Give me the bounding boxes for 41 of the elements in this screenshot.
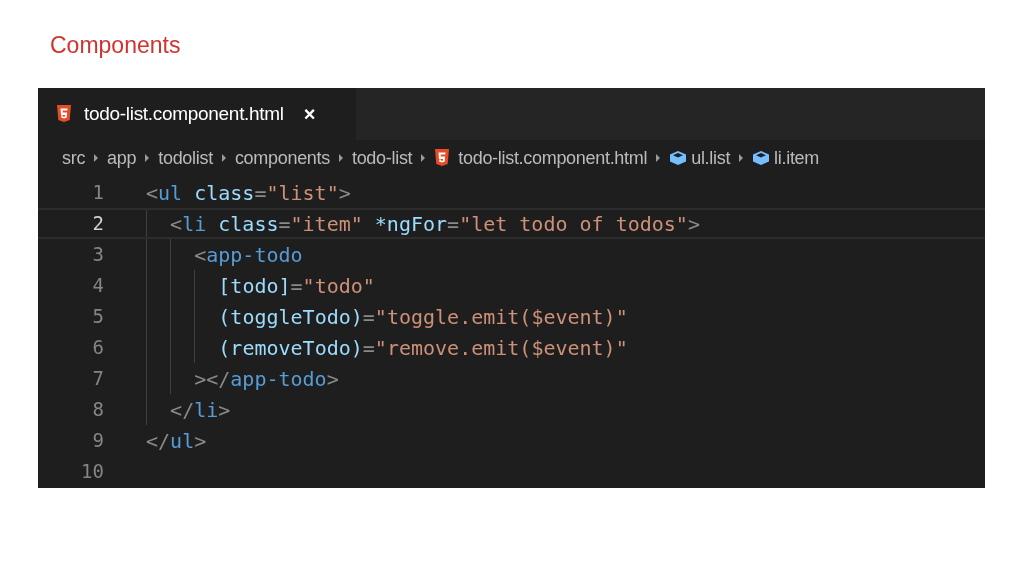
line-number: 9 <box>91 428 104 454</box>
line-number: 8 <box>91 397 104 423</box>
chevron-icon <box>738 153 745 163</box>
chevron-icon <box>93 153 100 163</box>
line-number: 2 <box>91 211 104 237</box>
chevron-icon <box>655 153 662 163</box>
breadcrumb-item[interactable]: todolist <box>158 144 213 172</box>
file-tab[interactable]: todo-list.component.html × <box>38 88 356 140</box>
line-number: 3 <box>91 242 104 268</box>
breadcrumb-item[interactable]: todo-list.component.html <box>458 144 648 172</box>
code-line: (removeTodo)="remove.emit($event)" <box>218 334 628 362</box>
line-number: 5 <box>91 304 104 330</box>
breadcrumb-item[interactable]: li.item <box>774 144 819 172</box>
chevron-icon <box>144 153 151 163</box>
chevron-icon <box>337 153 344 163</box>
code-line: <li class="item" *ngFor="let todo of todos"> <box>170 210 700 238</box>
breadcrumb-item[interactable]: app <box>107 144 137 172</box>
code-line: (toggleTodo)="toggle.emit($event)" <box>218 303 628 331</box>
code-line: <ul class="list"> <box>146 179 351 207</box>
cube-icon <box>669 150 688 166</box>
code-line: </li> <box>170 396 231 424</box>
html-file-icon <box>434 149 451 167</box>
line-number: 7 <box>91 366 104 392</box>
line-number: 4 <box>91 273 104 299</box>
code-line: [todo]="todo" <box>218 272 375 300</box>
breadcrumb-item[interactable]: src <box>62 144 86 172</box>
slide-title: Components <box>50 31 182 60</box>
line-number: 10 <box>80 459 104 485</box>
code-line: ></app-todo> <box>194 365 339 393</box>
code-line: <app-todo <box>194 241 303 269</box>
breadcrumb-item[interactable]: ul.list <box>691 144 731 172</box>
html-file-icon <box>56 105 72 123</box>
breadcrumb-item[interactable]: todo-list <box>351 144 413 172</box>
cube-icon <box>752 150 771 166</box>
line-number: 6 <box>91 335 104 361</box>
close-icon[interactable]: × <box>303 99 316 129</box>
line-number: 1 <box>91 180 104 206</box>
chevron-icon <box>220 153 227 163</box>
code-line: </ul> <box>146 427 207 455</box>
breadcrumb-item[interactable]: components <box>234 144 330 172</box>
chevron-icon <box>420 153 427 163</box>
